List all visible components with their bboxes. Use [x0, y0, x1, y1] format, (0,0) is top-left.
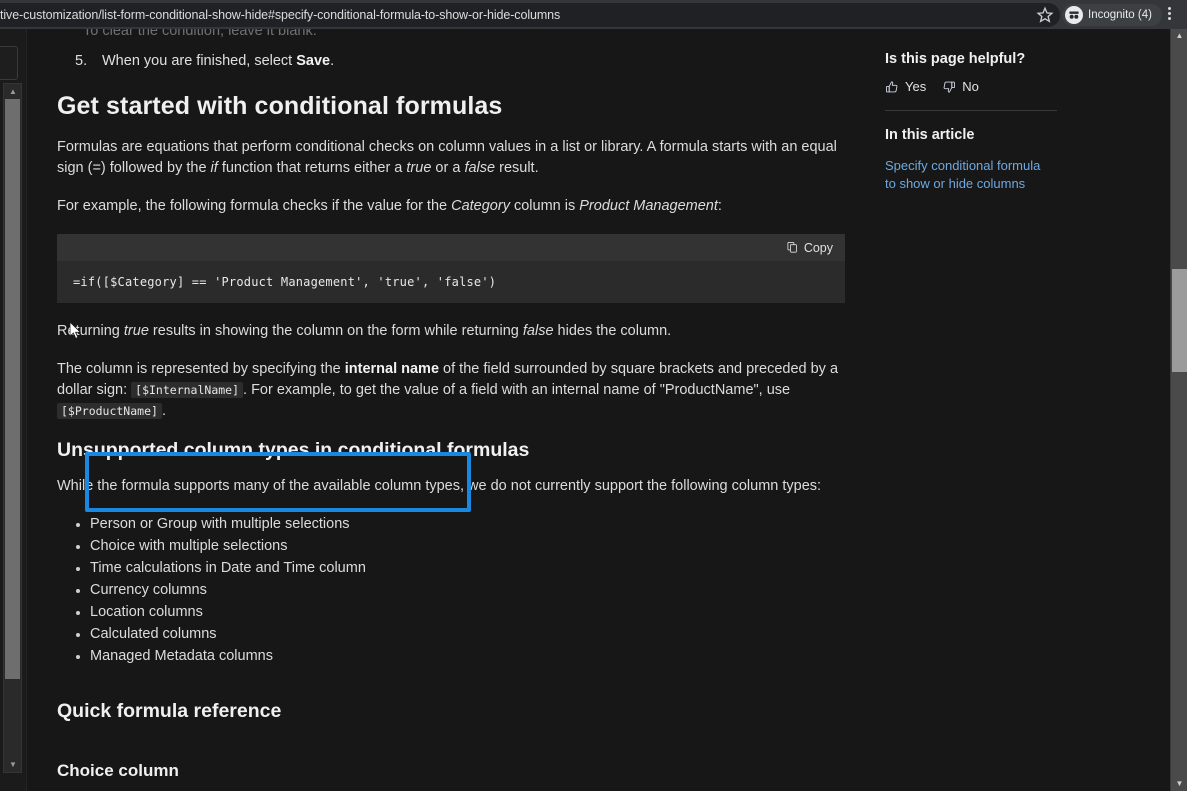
p4-part-d: . — [161, 403, 166, 419]
feedback-no-label: No — [962, 79, 979, 94]
unsupported-column-types-list: Person or Group with multiple selections… — [57, 514, 847, 668]
feedback-no-button[interactable]: No — [942, 79, 979, 94]
step-number: 5. — [75, 53, 88, 69]
bookmark-star-icon[interactable] — [1036, 6, 1054, 24]
list-item: Location columns — [76, 602, 847, 624]
browser-menu-icon[interactable] — [1168, 7, 1171, 20]
p1-part-d: result. — [495, 160, 539, 176]
p1-em-false: false — [464, 160, 496, 176]
paragraph-formulas-intro: Formulas are equations that perform cond… — [57, 137, 847, 179]
article-body: 5. When you are finished, select Save. G… — [57, 51, 847, 791]
step-text-after: . — [330, 53, 335, 69]
inline-code-productname: [$ProductName] — [57, 403, 162, 419]
p3-part-c: hides the column. — [553, 323, 672, 339]
step-bold-save: Save — [296, 53, 331, 69]
paragraph-internal-name: The column is represented by specifying … — [57, 359, 847, 422]
copy-button[interactable]: Copy — [787, 241, 833, 255]
heading-get-started: Get started with conditional formulas — [57, 92, 503, 120]
p1-em-if: if — [210, 160, 218, 176]
thumbs-down-icon — [942, 80, 956, 94]
p1-em-true: true — [406, 160, 432, 176]
p3-part-b: results in showing the column on the for… — [148, 323, 523, 339]
page-scrollbar[interactable]: ▲ ▼ — [1170, 29, 1187, 791]
p3-em-true: true — [123, 323, 149, 339]
list-item: Calculated columns — [76, 624, 847, 646]
p4-part-a: The column is represented by specifying … — [57, 361, 345, 377]
clipped-previous-line: To clear the condition, leave it blank. — [83, 29, 317, 39]
list-item: Managed Metadata columns — [76, 646, 847, 668]
p1-part-b: function that returns either a — [217, 160, 407, 176]
left-rail: ▲ ▼ — [0, 29, 27, 791]
article-sidebar: Is this page helpful? Yes No In this art… — [885, 51, 1115, 193]
page-viewport: ▲ ▼ ▲ ▼ To clear the condition, leave it… — [0, 29, 1187, 791]
incognito-avatar-icon — [1065, 6, 1083, 24]
inline-code-internalname: [$InternalName] — [131, 382, 244, 398]
p2-em-product-management: Product Management — [579, 198, 718, 214]
scroll-up-arrow-icon[interactable]: ▲ — [8, 87, 18, 96]
incognito-indicator[interactable]: Incognito (4) — [1062, 4, 1162, 26]
p2-part-c: : — [717, 198, 722, 214]
p2-part-a: For example, the following formula check… — [57, 198, 452, 214]
heading-choice-column: Choice column — [57, 760, 179, 780]
p1-part-c: or a — [431, 160, 465, 176]
copy-button-label: Copy — [803, 240, 833, 255]
p3-part-a: Returning — [57, 323, 124, 339]
page-scrollbar-thumb[interactable] — [1172, 269, 1187, 372]
feedback-yes-button[interactable]: Yes — [885, 79, 926, 94]
feedback-yes-label: Yes — [905, 79, 927, 94]
left-scrollbar[interactable]: ▲ ▼ — [3, 83, 22, 773]
list-item: Person or Group with multiple selections — [76, 514, 847, 536]
feedback-buttons: Yes No — [885, 79, 1115, 94]
sidebar-divider — [885, 110, 1057, 111]
page-scroll-down-arrow-icon[interactable]: ▼ — [1174, 779, 1185, 789]
paragraph-returning: Returning true results in showing the co… — [57, 321, 847, 342]
paragraph-unsupported-intro: While the formula supports many of the a… — [57, 478, 822, 494]
scroll-down-arrow-icon[interactable]: ▼ — [8, 760, 18, 769]
paragraph-example-intro: For example, the following formula check… — [57, 196, 847, 217]
page-scroll-up-arrow-icon[interactable]: ▲ — [1174, 31, 1185, 41]
p4-part-c: . For example, to get the value of a fie… — [243, 382, 791, 398]
feedback-title: Is this page helpful? — [885, 51, 1026, 67]
browser-toolbar: tive-customization/list-form-conditional… — [0, 0, 1187, 29]
code-block-header: Copy — [57, 234, 845, 261]
code-block-body[interactable]: =if([$Category] == 'Product Management',… — [57, 261, 845, 303]
in-this-article-title: In this article — [885, 127, 975, 143]
incognito-label: Incognito (4) — [1088, 9, 1152, 21]
content-region: To clear the condition, leave it blank. … — [26, 29, 1171, 791]
p4-bold-internal-name: internal name — [344, 361, 440, 377]
address-bar[interactable]: tive-customization/list-form-conditional… — [0, 3, 1060, 27]
p3-em-false: false — [522, 323, 554, 339]
heading-unsupported-column-types: Unsupported column types in conditional … — [57, 439, 530, 461]
ordered-step-5: 5. When you are finished, select Save. — [57, 51, 847, 72]
thumbs-up-icon — [885, 80, 899, 94]
list-item: Time calculations in Date and Time colum… — [76, 558, 847, 580]
toc-link-specify-conditional-formula[interactable]: Specify conditional formula to show or h… — [885, 157, 1051, 193]
list-item: Choice with multiple selections — [76, 536, 847, 558]
address-bar-url: tive-customization/list-form-conditional… — [0, 8, 561, 22]
code-text: =if([$Category] == 'Product Management',… — [73, 275, 497, 289]
step-text-before: When you are finished, select — [102, 53, 297, 69]
p2-part-b: column is — [509, 198, 580, 214]
code-block-example: Copy =if([$Category] == 'Product Managem… — [57, 234, 845, 512]
left-scrollbar-thumb[interactable] — [5, 99, 20, 679]
rail-box[interactable] — [0, 46, 18, 80]
list-item: Currency columns — [76, 580, 847, 602]
p2-em-category: Category — [451, 198, 510, 214]
heading-quick-formula-reference: Quick formula reference — [57, 699, 282, 722]
copy-icon — [787, 241, 799, 254]
